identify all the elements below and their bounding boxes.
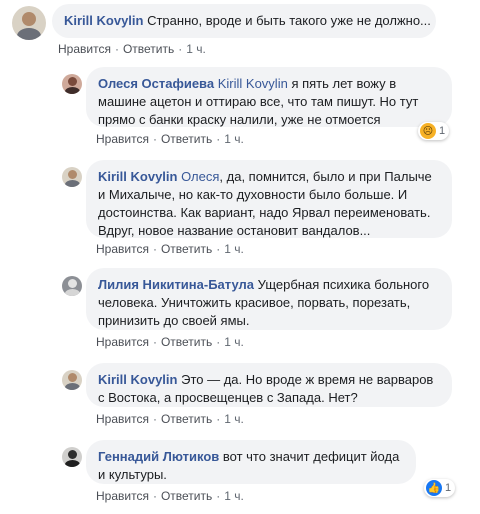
comment-time[interactable]: 1 ч. [224, 242, 244, 256]
like-link[interactable]: Нравится [96, 132, 149, 146]
like-link[interactable]: Нравится [96, 489, 149, 503]
comment-author[interactable]: Kirill Kovylin [98, 372, 177, 387]
reaction-badge[interactable]: 👍 1 [424, 479, 456, 497]
reply-link[interactable]: Ответить [123, 42, 174, 56]
comment-time[interactable]: 1 ч. [224, 489, 244, 503]
comment-author[interactable]: Лилия Никитина-Батула [98, 277, 254, 292]
reaction-count: 1 [439, 125, 446, 137]
mention-tag[interactable]: Олеся [181, 169, 219, 184]
avatar[interactable] [62, 74, 82, 94]
reply-link[interactable]: Ответить [161, 489, 212, 503]
comment-actions: Нравится · Ответить · 1 ч. [58, 42, 206, 56]
comment-actions: Нравится · Ответить · 1 ч. [96, 412, 244, 426]
comment-bubble: Kirill Kovylin Странно, вроде и быть так… [52, 4, 436, 38]
comment-bubble: Олеся Остафиева Kirill Kovylin я пять ле… [86, 67, 452, 127]
mention-tag[interactable]: Kirill Kovylin [218, 76, 288, 91]
comment-time[interactable]: 1 ч. [186, 42, 206, 56]
comment-time[interactable]: 1 ч. [224, 412, 244, 426]
comment-actions: Нравится · Ответить · 1 ч. [96, 335, 244, 349]
comment-time[interactable]: 1 ч. [224, 335, 244, 349]
comment-text: Странно, вроде и быть такого уже не долж… [147, 13, 431, 28]
like-link[interactable]: Нравится [96, 335, 149, 349]
reply-link[interactable]: Ответить [161, 132, 212, 146]
like-link[interactable]: Нравится [96, 242, 149, 256]
comment-author[interactable]: Геннадий Лютиков [98, 449, 219, 464]
comment-actions: Нравится · Ответить · 1 ч. [96, 489, 244, 503]
comment-bubble: Лилия Никитина-Батула Ущербная психика б… [86, 268, 452, 330]
comment-bubble: Kirill Kovylin Это — да. Но вроде ж врем… [86, 363, 452, 407]
like-reaction-icon: 👍 [426, 480, 442, 496]
comment-author[interactable]: Kirill Kovylin [98, 169, 177, 184]
avatar[interactable] [62, 447, 82, 467]
reaction-badge[interactable]: ☹ 1 [418, 122, 450, 140]
comment-actions: Нравится · Ответить · 1 ч. [96, 242, 244, 256]
comment-time[interactable]: 1 ч. [224, 132, 244, 146]
reply-link[interactable]: Ответить [161, 335, 212, 349]
reply-link[interactable]: Ответить [161, 242, 212, 256]
sad-reaction-icon: ☹ [420, 123, 436, 139]
comment-actions: Нравится · Ответить · 1 ч. [96, 132, 244, 146]
comment-bubble: Kirill Kovylin Олеся, да, помнится, было… [86, 160, 452, 238]
reply-link[interactable]: Ответить [161, 412, 212, 426]
comment-author[interactable]: Олеся Остафиева [98, 76, 214, 91]
like-link[interactable]: Нравится [58, 42, 111, 56]
avatar[interactable] [62, 276, 82, 296]
like-link[interactable]: Нравится [96, 412, 149, 426]
avatar[interactable] [12, 6, 46, 40]
comment-author[interactable]: Kirill Kovylin [64, 13, 143, 28]
reaction-count: 1 [445, 482, 452, 494]
avatar[interactable] [62, 167, 82, 187]
avatar[interactable] [62, 370, 82, 390]
comment-bubble: Геннадий Лютиков вот что значит дефицит … [86, 440, 416, 484]
